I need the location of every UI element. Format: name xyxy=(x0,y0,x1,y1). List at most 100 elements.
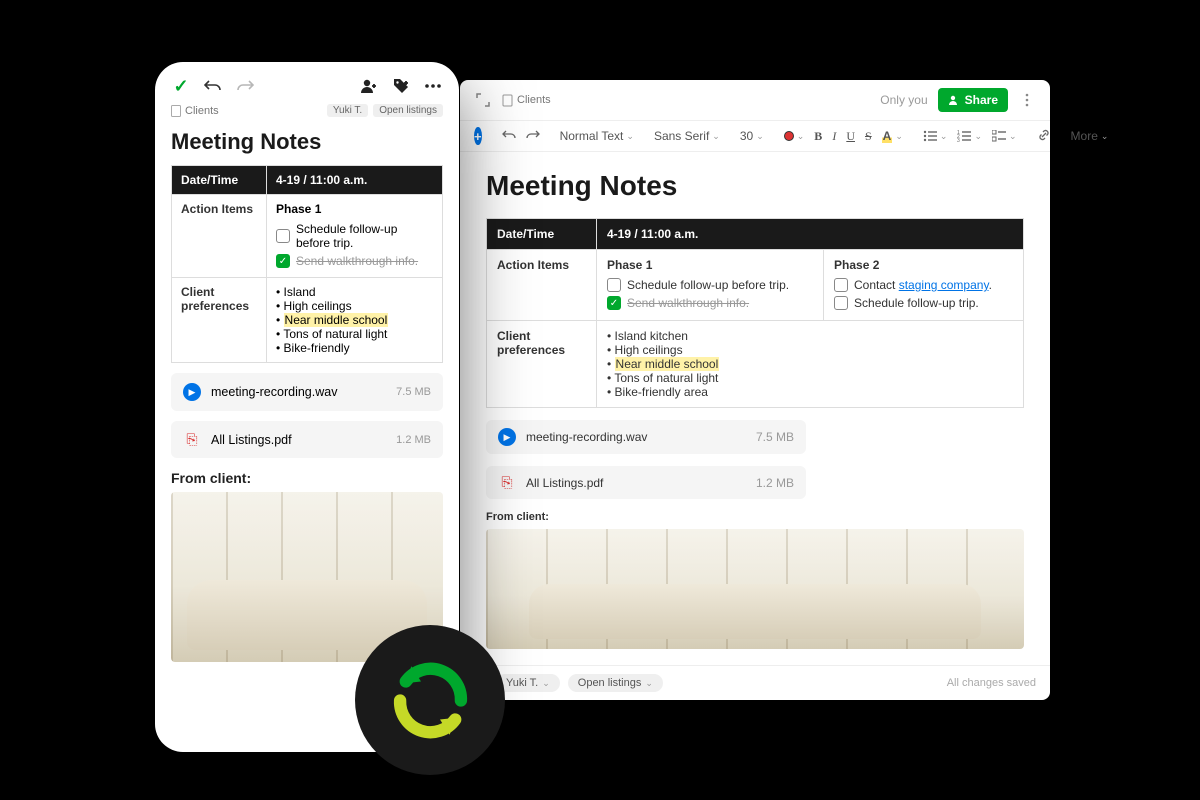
redo-icon[interactable] xyxy=(235,76,255,96)
pref-item: Bike-friendly xyxy=(276,341,433,355)
checkbox-unchecked[interactable] xyxy=(607,278,621,292)
attachment-size: 1.2 MB xyxy=(396,434,431,446)
formatting-toolbar: + Normal Text⌄ Sans Serif⌄ 30⌄ ⌄ B I U S… xyxy=(460,121,1050,152)
phase2-item1: Contact staging company. xyxy=(854,278,992,292)
from-client-label: From client: xyxy=(486,511,1024,523)
phase1-item2: Send walkthrough info. xyxy=(627,296,749,310)
pdf-icon: ⎘ xyxy=(183,431,201,448)
phase2-item2: Schedule follow-up trip. xyxy=(854,296,979,310)
italic-button[interactable]: I xyxy=(832,129,836,144)
tag-pill[interactable]: Yuki T. xyxy=(327,104,368,117)
prefs-label: Client preferences xyxy=(487,321,597,408)
strikethrough-button[interactable]: S xyxy=(865,129,872,144)
pref-item: Near middle school xyxy=(607,357,1013,371)
more-icon[interactable] xyxy=(423,76,443,96)
attachment-size: 7.5 MB xyxy=(396,386,431,398)
text-color-dropdown[interactable]: ⌄ xyxy=(784,131,805,142)
meeting-table: Date/Time 4-19 / 11:00 a.m. Action Items… xyxy=(171,165,443,363)
note-title[interactable]: Meeting Notes xyxy=(171,129,443,155)
add-person-icon[interactable] xyxy=(359,76,379,96)
more-formatting-dropdown[interactable]: More⌄ xyxy=(1071,129,1109,143)
prefs-cell[interactable]: Island High ceilings Near middle school … xyxy=(267,278,443,363)
pdf-icon: ⎘ xyxy=(498,474,516,491)
col-datetime-value: 4-19 / 11:00 a.m. xyxy=(267,166,443,195)
play-icon[interactable]: ▶ xyxy=(183,383,201,401)
note-title[interactable]: Meeting Notes xyxy=(486,170,1024,202)
pref-item: Island kitchen xyxy=(607,329,1013,343)
desktop-editor-window: Clients Only you Share + Normal Text⌄ Sa… xyxy=(460,80,1050,700)
pref-item: Tons of natural light xyxy=(607,371,1013,385)
phase2-title: Phase 2 xyxy=(834,258,1013,272)
phase1-item1: Schedule follow-up before trip. xyxy=(627,278,789,292)
pref-item: High ceilings xyxy=(276,299,433,313)
notebook-breadcrumb[interactable]: Clients xyxy=(171,105,219,117)
pref-item: Bike-friendly area xyxy=(607,385,1013,399)
bullet-list-button[interactable]: ⌄ xyxy=(923,130,948,142)
tag-pill[interactable]: Yuki T.⌄ xyxy=(496,674,560,692)
mobile-breadcrumb-row: Clients Yuki T. Open listings xyxy=(155,104,459,123)
attachment-name: All Listings.pdf xyxy=(211,433,292,447)
desktop-footer: Yuki T.⌄ Open listings⌄ All changes save… xyxy=(460,665,1050,700)
phase1-title: Phase 1 xyxy=(607,258,813,272)
pref-item: Tons of natural light xyxy=(276,327,433,341)
checkbox-unchecked[interactable] xyxy=(834,278,848,292)
share-status-label: Only you xyxy=(880,93,927,107)
insert-button[interactable]: + xyxy=(474,127,482,145)
checkbox-unchecked[interactable] xyxy=(834,296,848,310)
phase1-cell[interactable]: Phase 1 Schedule follow-up before trip. … xyxy=(267,195,443,278)
font-dropdown[interactable]: Sans Serif⌄ xyxy=(654,129,720,143)
notebook-breadcrumb[interactable]: Clients xyxy=(502,94,551,107)
undo-icon[interactable] xyxy=(502,129,516,144)
play-icon[interactable]: ▶ xyxy=(498,428,516,446)
pref-item: Island xyxy=(276,285,433,299)
attachment-pdf[interactable]: ⎘ All Listings.pdf 1.2 MB xyxy=(171,421,443,458)
prefs-cell[interactable]: Island kitchen High ceilings Near middle… xyxy=(597,321,1024,408)
highlight-dropdown[interactable]: A⌄ xyxy=(882,129,903,143)
attachment-audio[interactable]: ▶ meeting-recording.wav 7.5 MB xyxy=(171,373,443,411)
phase1-cell[interactable]: Phase 1 Schedule follow-up before trip. … xyxy=(597,250,824,321)
note-body[interactable]: Meeting Notes Date/Time 4-19 / 11:00 a.m… xyxy=(460,152,1050,665)
col-datetime-value: 4-19 / 11:00 a.m. xyxy=(597,219,1024,250)
col-datetime-label: Date/Time xyxy=(172,166,267,195)
pref-item: High ceilings xyxy=(607,343,1013,357)
expand-icon[interactable] xyxy=(474,91,492,109)
tag-pill[interactable]: Open listings⌄ xyxy=(568,674,663,692)
client-photo[interactable] xyxy=(486,529,1024,649)
link-button[interactable] xyxy=(1037,128,1051,145)
redo-icon[interactable] xyxy=(526,129,540,144)
attachment-pdf[interactable]: ⎘ All Listings.pdf 1.2 MB xyxy=(486,466,806,499)
undo-icon[interactable] xyxy=(203,76,223,96)
underline-button[interactable]: U xyxy=(846,129,855,144)
mobile-toolbar: ✓ xyxy=(155,62,459,104)
prefs-label: Client preferences xyxy=(172,278,267,363)
more-menu-icon[interactable] xyxy=(1018,91,1036,109)
attachment-name: meeting-recording.wav xyxy=(211,385,337,399)
meeting-table: Date/Time 4-19 / 11:00 a.m. Action Items… xyxy=(486,218,1024,408)
attachment-name: meeting-recording.wav xyxy=(526,430,647,444)
action-items-label: Action Items xyxy=(487,250,597,321)
pref-item: Near middle school xyxy=(276,313,433,327)
bold-button[interactable]: B xyxy=(814,129,822,144)
notebook-name: Clients xyxy=(517,94,551,106)
checkbox-checked[interactable]: ✓ xyxy=(607,296,621,310)
sync-icon xyxy=(355,625,505,775)
attachment-size: 7.5 MB xyxy=(756,430,794,444)
action-items-label: Action Items xyxy=(172,195,267,278)
desktop-header-bar: Clients Only you Share xyxy=(460,80,1050,121)
from-client-label: From client: xyxy=(171,470,443,486)
checkbox-checked[interactable]: ✓ xyxy=(276,254,290,268)
share-button[interactable]: Share xyxy=(938,88,1008,112)
attachment-size: 1.2 MB xyxy=(756,476,794,490)
save-status: All changes saved xyxy=(947,677,1036,689)
numbered-list-button[interactable]: 123⌄ xyxy=(957,130,982,142)
attachment-audio[interactable]: ▶ meeting-recording.wav 7.5 MB xyxy=(486,420,806,454)
paragraph-style-dropdown[interactable]: Normal Text⌄ xyxy=(560,129,634,143)
add-tag-icon[interactable] xyxy=(391,76,411,96)
attachment-name: All Listings.pdf xyxy=(526,476,603,490)
done-check-icon[interactable]: ✓ xyxy=(171,76,191,96)
font-size-dropdown[interactable]: 30⌄ xyxy=(740,129,764,143)
phase2-cell[interactable]: Phase 2 Contact staging company. Schedul… xyxy=(824,250,1024,321)
tag-pill[interactable]: Open listings xyxy=(373,104,443,117)
checkbox-unchecked[interactable] xyxy=(276,229,290,243)
checklist-button[interactable]: ⌄ xyxy=(992,130,1017,142)
